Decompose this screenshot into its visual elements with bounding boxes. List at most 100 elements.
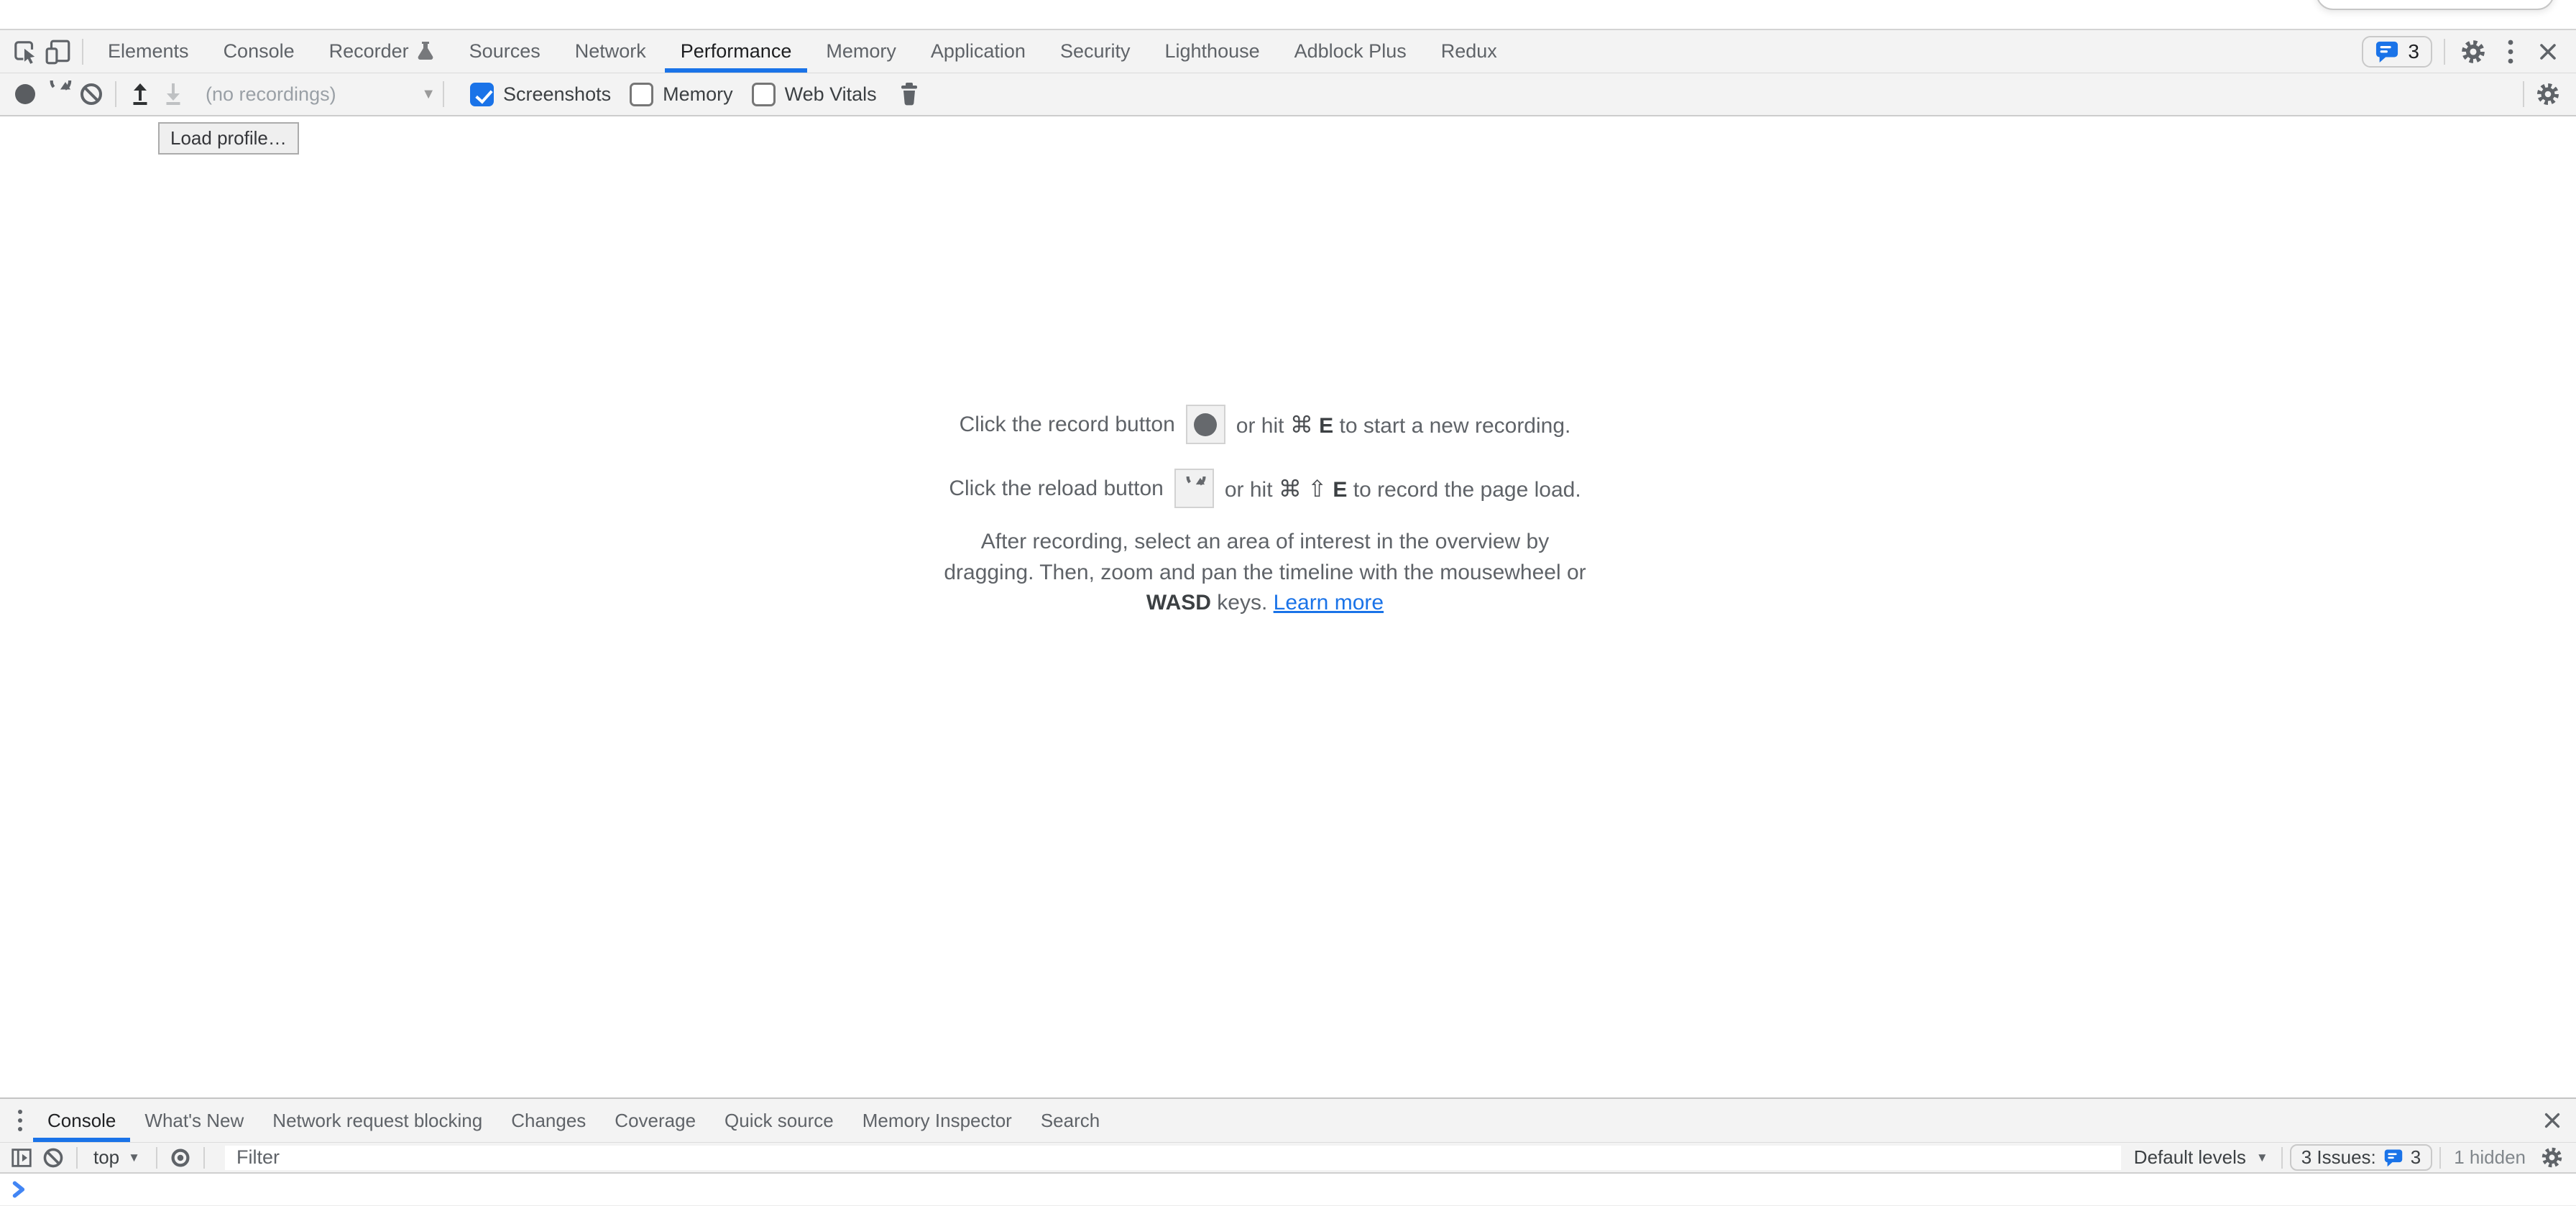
- command-key-glyph: ⌘: [1290, 412, 1313, 438]
- tab-recorder[interactable]: Recorder: [312, 30, 452, 73]
- download-profile-icon: [160, 81, 186, 107]
- issues-counter-button[interactable]: 3: [2362, 36, 2432, 68]
- recordings-history-label: (no recordings): [206, 83, 336, 106]
- divider: [203, 1147, 205, 1169]
- web-vitals-checkbox-group[interactable]: Web Vitals: [752, 83, 877, 106]
- console-prompt-chevron-icon: [12, 1181, 27, 1198]
- javascript-context-select[interactable]: top ▼: [93, 1146, 140, 1169]
- tab-elements[interactable]: Elements: [91, 30, 206, 73]
- reload-and-record-button[interactable]: [42, 75, 75, 113]
- more-options-button[interactable]: [2494, 33, 2527, 70]
- issues-label: 3 Issues:: [2301, 1146, 2376, 1169]
- divider: [2281, 1147, 2283, 1169]
- reload-instruction-row: Click the reload button or hit ⌘ ⇧ E to …: [949, 469, 1581, 508]
- console-issues-button[interactable]: 3 Issues: 3: [2290, 1144, 2433, 1171]
- device-toolbar-button[interactable]: [42, 33, 75, 70]
- drawer-tab-coverage[interactable]: Coverage: [600, 1099, 710, 1142]
- record-icon: [1194, 413, 1217, 436]
- drawer-tab-bar: Console What's New Network request block…: [0, 1099, 2576, 1143]
- drawer-tab-quick-source[interactable]: Quick source: [710, 1099, 848, 1142]
- divider: [2439, 1147, 2441, 1169]
- close-devtools-button[interactable]: [2531, 33, 2564, 70]
- drawer-tab-whats-new[interactable]: What's New: [130, 1099, 258, 1142]
- close-drawer-button[interactable]: [2542, 1110, 2576, 1131]
- console-filter-input[interactable]: [225, 1146, 2121, 1170]
- upload-profile-icon: [127, 81, 153, 107]
- tab-redux[interactable]: Redux: [1424, 30, 1514, 73]
- record-instruction-row: Click the record button or hit ⌘ E to st…: [960, 405, 1571, 444]
- console-settings-button[interactable]: [2536, 1143, 2567, 1172]
- flask-preview-icon: [416, 41, 435, 63]
- three-dot-menu-icon: [2506, 37, 2515, 66]
- learn-more-link[interactable]: Learn more: [1274, 591, 1384, 614]
- inspect-element-button[interactable]: [9, 33, 42, 70]
- shift-key-glyph: ⇧: [1307, 476, 1327, 502]
- performance-panel-content: Load profile… Click the record button or…: [0, 116, 2576, 1097]
- drawer-tab-memory-inspector[interactable]: Memory Inspector: [848, 1099, 1026, 1142]
- eye-icon: [168, 1146, 193, 1170]
- chevron-down-icon: ▼: [128, 1151, 140, 1165]
- issues-chat-icon: [2383, 1149, 2404, 1167]
- gear-icon: [2460, 38, 2487, 65]
- tab-memory[interactable]: Memory: [809, 30, 914, 73]
- command-key-glyph: ⌘: [1279, 476, 1302, 502]
- divider: [2523, 81, 2524, 107]
- screenshots-checkbox-group[interactable]: Screenshots: [470, 83, 611, 106]
- trash-icon: [897, 81, 921, 107]
- show-console-sidebar-button[interactable]: [6, 1143, 37, 1172]
- drawer-tab-network-request-blocking[interactable]: Network request blocking: [258, 1099, 497, 1142]
- tab-console[interactable]: Console: [206, 30, 312, 73]
- inline-reload-button-image: [1174, 469, 1214, 508]
- recordings-history-select[interactable]: (no recordings) ▼: [206, 83, 436, 106]
- garbage-collect-button[interactable]: [893, 75, 926, 113]
- drawer-tab-console[interactable]: Console: [33, 1099, 130, 1142]
- tab-network[interactable]: Network: [558, 30, 663, 73]
- web-vitals-checkbox[interactable]: [752, 83, 776, 106]
- chevron-down-icon: ▼: [421, 86, 436, 103]
- devtools-window: Elements Console Recorder Sources Networ…: [0, 29, 2576, 1206]
- record-instruction-shortcut: or hit ⌘ E to start a new recording.: [1236, 411, 1571, 438]
- performance-toolbar: (no recordings) ▼ Screenshots Memory Web…: [0, 73, 2576, 116]
- record-button[interactable]: [9, 75, 42, 113]
- tab-application[interactable]: Application: [914, 30, 1043, 73]
- record-icon: [15, 84, 35, 104]
- gear-icon: [2540, 1146, 2564, 1169]
- reload-instruction-before: Click the reload button: [949, 477, 1164, 501]
- create-live-expression-button[interactable]: [165, 1143, 196, 1172]
- inspect-cursor-icon: [12, 38, 39, 65]
- floating-panel-edge: [2316, 0, 2554, 10]
- divider: [2444, 39, 2445, 65]
- tab-performance[interactable]: Performance: [663, 30, 809, 73]
- console-sidebar-icon: [9, 1146, 34, 1170]
- drawer-tab-search[interactable]: Search: [1026, 1099, 1114, 1142]
- load-profile-button[interactable]: [124, 75, 157, 113]
- close-icon: [2536, 40, 2559, 63]
- inline-record-button-image: [1186, 405, 1225, 444]
- memory-checkbox-group[interactable]: Memory: [630, 83, 733, 106]
- tab-security[interactable]: Security: [1043, 30, 1148, 73]
- tab-adblock-plus[interactable]: Adblock Plus: [1277, 30, 1424, 73]
- e-key: E: [1319, 414, 1333, 438]
- console-output-area[interactable]: [0, 1174, 2576, 1206]
- console-issues-count: 3: [2411, 1146, 2421, 1169]
- screenshots-checkbox[interactable]: [470, 83, 494, 106]
- log-levels-select[interactable]: Default levels ▼: [2134, 1146, 2268, 1169]
- block-clear-icon: [42, 1146, 65, 1169]
- memory-checkbox[interactable]: [630, 83, 653, 106]
- console-prompt-row[interactable]: [0, 1174, 2576, 1206]
- screenshots-label: Screenshots: [503, 83, 611, 106]
- tab-sources[interactable]: Sources: [452, 30, 558, 73]
- reload-instruction-shortcut: or hit ⌘ ⇧ E to record the page load.: [1225, 475, 1581, 502]
- record-instruction-before: Click the record button: [960, 413, 1175, 437]
- settings-button[interactable]: [2457, 33, 2490, 70]
- tab-lighthouse[interactable]: Lighthouse: [1148, 30, 1277, 73]
- drawer-tab-changes[interactable]: Changes: [497, 1099, 600, 1142]
- context-label: top: [93, 1146, 119, 1169]
- drawer-more-tabs-button[interactable]: [7, 1102, 33, 1139]
- three-dot-menu-icon: [17, 1108, 24, 1133]
- save-profile-button[interactable]: [157, 75, 190, 113]
- reload-icon: [45, 80, 72, 108]
- clear-console-button[interactable]: [37, 1143, 69, 1172]
- capture-settings-button[interactable]: [2531, 75, 2564, 113]
- clear-recordings-button[interactable]: [75, 75, 108, 113]
